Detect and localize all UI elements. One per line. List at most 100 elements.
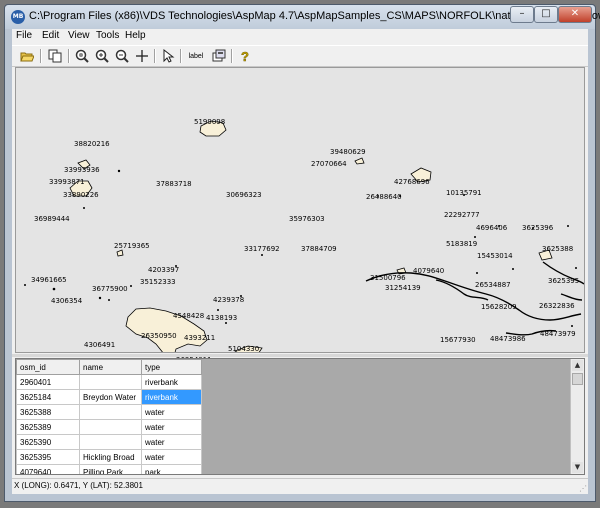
attribute-table: osm_id name type 2960401 riverbank 3625184… (16, 359, 202, 474)
feature-label: 3625396 (522, 224, 554, 232)
feature-label: 42768696 (394, 178, 430, 186)
table-cell[interactable]: water (141, 434, 202, 450)
menu-view[interactable]: View (68, 30, 90, 41)
column-header-type[interactable]: type (141, 359, 202, 375)
zoom-out-icon[interactable] (113, 47, 131, 65)
table-cell[interactable]: 3625390 (16, 434, 80, 450)
feature-label: 37884709 (301, 245, 337, 253)
table-cell[interactable]: water (141, 449, 202, 465)
layers-icon[interactable] (210, 47, 228, 65)
table-cell[interactable]: Breydon Water (79, 389, 142, 405)
maximize-button[interactable]: □ (534, 6, 558, 23)
zoom-in-icon[interactable] (93, 47, 111, 65)
table-row[interactable]: 3625390 water (16, 434, 202, 450)
feature-label: 22292777 (444, 211, 480, 219)
feature-label: 33177692 (244, 245, 280, 253)
table-cell[interactable] (79, 434, 142, 450)
table-row[interactable]: 3625184 Breydon Water riverbank (16, 389, 202, 405)
feature-label: 38820216 (74, 140, 110, 148)
feature-label: 36775900 (92, 285, 128, 293)
feature-label: 4393211 (184, 334, 216, 342)
table-cell[interactable]: park (141, 464, 202, 474)
table-row[interactable]: 3625389 water (16, 419, 202, 435)
feature-label: 36989444 (34, 215, 70, 223)
menu-help[interactable]: Help (125, 30, 146, 41)
feature-label: 4239378 (213, 296, 245, 304)
attribute-grid[interactable]: osm_id name type 2960401 riverbank 3625184… (15, 358, 585, 475)
feature-label: 35152333 (140, 278, 176, 286)
table-cell[interactable] (79, 374, 142, 390)
menu-file[interactable]: File (16, 30, 32, 41)
grid-scrollbar[interactable]: ▲ ▼ (570, 359, 584, 474)
splitter[interactable] (12, 354, 588, 357)
toolbar: label ? (12, 45, 588, 67)
table-cell[interactable]: 3625389 (16, 419, 80, 435)
select-arrow-icon[interactable] (159, 47, 177, 65)
table-cell[interactable]: riverbank (141, 389, 202, 405)
river-line (560, 293, 583, 301)
pan-icon[interactable] (133, 47, 151, 65)
feature-label: 3625395 (548, 277, 580, 285)
table-cell[interactable]: 2960401 (16, 374, 80, 390)
scroll-down-icon[interactable]: ▼ (572, 462, 583, 473)
feature-label: 4079640 (413, 267, 445, 275)
menu-tools[interactable]: Tools (96, 30, 119, 41)
feature-label: 10135791 (446, 189, 482, 197)
scroll-up-icon[interactable]: ▲ (572, 360, 583, 371)
feature-label: 4138193 (206, 314, 238, 322)
toolbar-separator (154, 49, 156, 63)
table-cell[interactable]: 3625388 (16, 404, 80, 420)
column-header-name[interactable]: name (79, 359, 142, 375)
feature-label: 31500796 (370, 274, 406, 282)
table-cell[interactable]: 3625395 (16, 449, 80, 465)
table-cell[interactable] (79, 404, 142, 420)
feature-label: 37883718 (156, 180, 192, 188)
app-window: MB C:\Program Files (x86)\VDS Technologi… (4, 4, 600, 502)
table-row[interactable]: 2960401 riverbank (16, 374, 202, 390)
menu-edit[interactable]: Edit (42, 30, 59, 41)
island-shape (116, 249, 124, 257)
feature-label: 5104330 (228, 345, 260, 353)
feature-label: 33993936 (64, 166, 100, 174)
help-icon[interactable]: ? (236, 47, 254, 65)
table-cell[interactable]: water (141, 419, 202, 435)
table-row[interactable]: 4079640 Pilling Park park (16, 464, 202, 474)
toolbar-separator (180, 49, 182, 63)
minimize-button[interactable]: – (510, 6, 534, 23)
label-icon[interactable]: label (184, 47, 208, 65)
client-area: File Edit View Tools Help label ? 388202… (12, 29, 588, 494)
table-cell[interactable]: water (141, 404, 202, 420)
toolbar-separator (68, 49, 70, 63)
table-row[interactable]: 3625395 Hickling Broad water (16, 449, 202, 465)
resize-grip-icon[interactable]: ⋰ (579, 484, 587, 493)
map-canvas[interactable]: 38820216 5199098 39480629 27070664 33993936 3… (15, 67, 585, 378)
table-cell[interactable] (79, 419, 142, 435)
feature-label: 33993871 (49, 178, 85, 186)
feature-label: 31254139 (385, 284, 421, 292)
feature-label: 48473979 (540, 330, 576, 338)
table-row[interactable]: 3625388 water (16, 404, 202, 420)
table-cell[interactable]: Hickling Broad (79, 449, 142, 465)
table-cell[interactable]: Pilling Park (79, 464, 142, 474)
feature-label: 27070664 (311, 160, 347, 168)
feature-label: 30696323 (226, 191, 262, 199)
feature-label: 4306354 (51, 297, 83, 305)
copy-icon[interactable] (46, 47, 64, 65)
feature-label: 26488640 (366, 193, 402, 201)
title-bar[interactable]: MB C:\Program Files (x86)\VDS Technologi… (5, 5, 600, 29)
close-button[interactable]: ✕ (558, 6, 592, 23)
column-header-osm-id[interactable]: osm_id (16, 359, 80, 375)
svg-text:?: ? (241, 49, 249, 63)
table-cell[interactable]: 3625184 (16, 389, 80, 405)
feature-label: 4306491 (84, 341, 116, 349)
feature-label: 4548428 (173, 312, 205, 320)
open-folder-icon[interactable] (18, 47, 36, 65)
table-cell[interactable]: riverbank (141, 374, 202, 390)
feature-label: 4696406 (476, 224, 508, 232)
feature-label: 26322836 (539, 302, 575, 310)
feature-label: 25719365 (114, 242, 150, 250)
table-cell[interactable]: 4079640 (16, 464, 80, 474)
zoom-full-icon[interactable] (73, 47, 91, 65)
feature-label: 3625388 (542, 245, 574, 253)
scroll-thumb[interactable] (572, 373, 583, 385)
